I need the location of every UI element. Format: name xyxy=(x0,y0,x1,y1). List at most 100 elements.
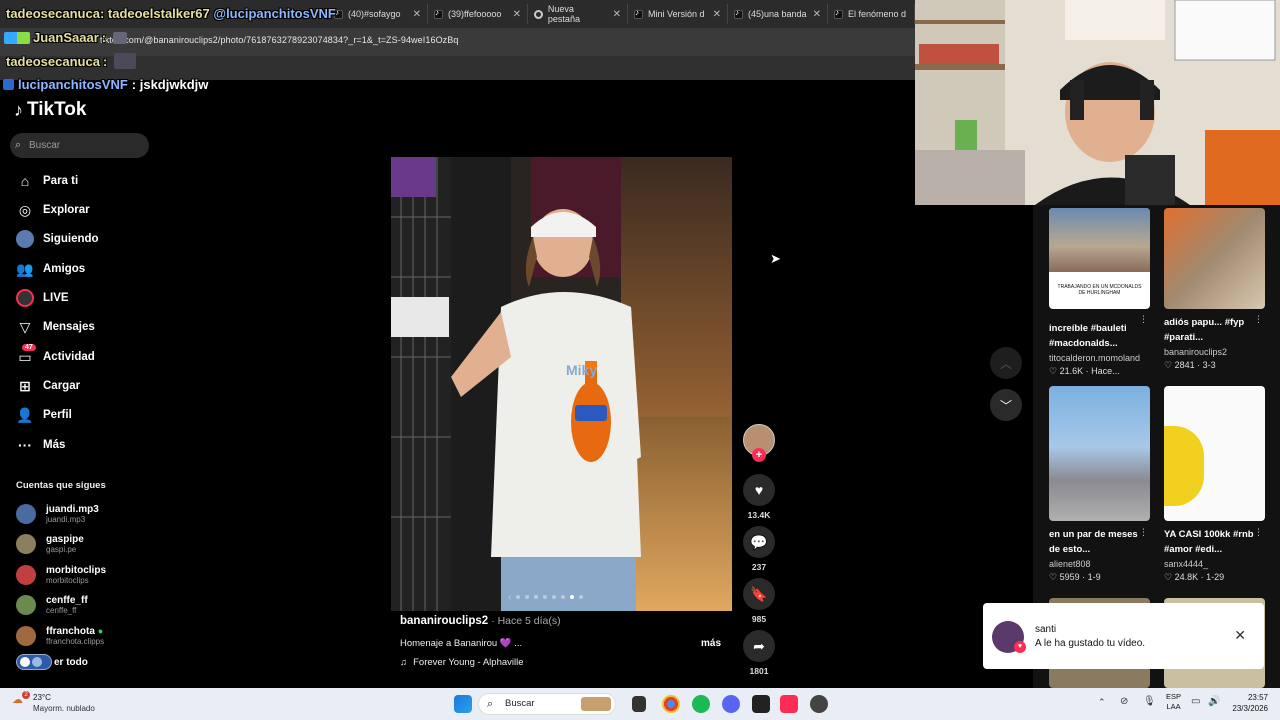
post-author[interactable]: bananirouclips2 · Hace 5 día(s) xyxy=(400,615,561,627)
recommended-video[interactable]: YA CASI 100kk #rnb #amor #edi... ⋮ sanx4… xyxy=(1164,386,1265,583)
slide-dot[interactable] xyxy=(534,595,539,599)
discord-icon[interactable] xyxy=(722,695,740,713)
like-button[interactable]: ♥ 13.4K xyxy=(743,474,775,520)
nav-item-actividad[interactable]: ▭ 47 Actividad xyxy=(16,344,95,368)
obs-icon[interactable] xyxy=(810,695,828,713)
spotify-icon[interactable] xyxy=(692,695,710,713)
tiktok-icon[interactable] xyxy=(780,695,798,713)
nav-item-para-ti[interactable]: ⌂ Para ti xyxy=(16,170,78,192)
previous-post-button[interactable]: ︿ xyxy=(990,347,1022,379)
follow-plus-icon[interactable]: + xyxy=(752,448,766,462)
next-post-button[interactable]: ﹀ xyxy=(990,389,1022,421)
task-view-icon[interactable] xyxy=(632,696,646,712)
tab-1[interactable]: (40)#sofaygo ✕ xyxy=(328,4,428,24)
tiktok-icon xyxy=(834,8,843,19)
following-account[interactable]: ffranchota ● ffranchota.clipps xyxy=(16,623,104,649)
slide-dot[interactable] xyxy=(516,595,521,599)
chat-message: JuanSaaar: xyxy=(4,30,128,45)
nav-item-cargar[interactable]: ⊞ Cargar xyxy=(16,375,80,397)
close-tab-icon[interactable]: ✕ xyxy=(613,9,621,20)
slide-dot[interactable] xyxy=(561,595,566,599)
more-options-icon[interactable]: ⋮ xyxy=(1254,314,1263,325)
author-avatar[interactable]: + xyxy=(743,424,775,462)
friends-icon: 👥 xyxy=(16,260,34,277)
chat-text: : xyxy=(101,30,107,45)
tab-2[interactable]: (39)ffefooooo ✕ xyxy=(428,4,528,24)
tab-6[interactable]: El fenómeno d xyxy=(828,4,915,24)
close-tab-icon[interactable]: ✕ xyxy=(413,9,421,20)
mouse-cursor-icon: ➤ xyxy=(770,251,781,266)
nav-label: Para ti xyxy=(43,175,79,187)
following-account[interactable]: morbitoclips morbitoclips xyxy=(16,562,106,588)
slide-dot[interactable] xyxy=(579,595,584,599)
more-options-icon[interactable]: ⋮ xyxy=(1139,527,1148,538)
more-button[interactable]: más xyxy=(701,638,721,649)
slide-dot[interactable] xyxy=(570,595,575,599)
recommended-video[interactable]: TRABAJANDO EN UN MCDONALDS DE HURLINGHAM… xyxy=(1049,208,1150,377)
weather-desc[interactable]: Mayorm. nublado xyxy=(33,704,95,713)
video-author: sanx4444_ xyxy=(1164,559,1209,569)
slide-dot[interactable] xyxy=(525,595,530,599)
more-options-icon[interactable]: ⋮ xyxy=(1139,314,1148,325)
author-name[interactable]: bananirouclips2 xyxy=(400,615,488,627)
music-note-icon: ♫ xyxy=(400,657,408,668)
following-account[interactable]: juandi.mp3 juandi.mp3 xyxy=(16,501,99,527)
nav-item-mensajes[interactable]: ▽ Mensajes xyxy=(16,316,95,338)
avatar xyxy=(16,504,36,524)
taskbar-search[interactable]: ⌕ Buscar xyxy=(478,693,616,715)
following-account[interactable]: cenffe_ff cenffe_ff xyxy=(16,592,88,618)
slide-dot[interactable] xyxy=(552,595,557,599)
weather-temp[interactable]: 23°C xyxy=(33,693,51,702)
search-input[interactable]: ⌕ Buscar xyxy=(10,133,149,158)
heart-icon: ♡ xyxy=(1164,360,1173,370)
comment-count: 237 xyxy=(751,562,767,572)
tiktok-logo[interactable]: ♪ TikTok xyxy=(14,99,86,121)
following-account[interactable]: gaspipe gaspi.pe xyxy=(16,531,84,557)
account-handle: morbitoclips xyxy=(46,576,89,585)
chat-message: tadeosecanuca: tadeoelstalker67 @lucipan… xyxy=(6,6,336,21)
slide-indicator[interactable]: ‹ xyxy=(508,590,608,604)
network-status-icon[interactable]: ▭ xyxy=(1191,696,1200,707)
comment-button[interactable]: 💬 237 xyxy=(743,526,775,572)
microphone-icon[interactable]: 🎙 xyxy=(1143,696,1156,707)
video-title: adiós papu... #fyp #parati... xyxy=(1164,317,1245,343)
chat-text: : tadeoelstalker67 xyxy=(99,6,214,21)
close-icon[interactable]: ✕ xyxy=(1234,627,1246,644)
music-link[interactable]: ♫ Forever Young - Alphaville xyxy=(400,657,524,668)
post-photo[interactable]: Miky ‹ xyxy=(391,157,732,611)
close-tab-icon[interactable]: ✕ xyxy=(813,9,821,20)
nav-item-siguiendo[interactable]: Siguiendo xyxy=(16,228,99,250)
see-all-link[interactable]: er todo xyxy=(16,653,88,671)
tab-4[interactable]: Mini Versión d ✕ xyxy=(628,4,728,24)
recommended-video[interactable]: en un par de meses de esto... ⋮ alienet8… xyxy=(1049,386,1150,583)
share-button[interactable]: ➦ 1801 xyxy=(743,630,775,676)
close-tab-icon[interactable]: ✕ xyxy=(713,9,721,20)
windows-start-icon[interactable] xyxy=(454,695,472,713)
account-name: gaspipe xyxy=(46,534,84,545)
address-bar[interactable]: tiktok.com/@bananirouclips2/photo/761876… xyxy=(0,28,915,56)
video-title: YA CASI 100kk #rnb #amor #edi... xyxy=(1164,529,1254,555)
recommended-video[interactable]: adiós papu... #fyp #parati... ⋮ bananiro… xyxy=(1164,208,1265,371)
tab-5[interactable]: (45)una banda ✕ xyxy=(728,4,828,24)
notification-toast[interactable]: ♥ santi A le ha gustado tu vídeo. ✕ xyxy=(983,603,1264,669)
comment-icon: 💬 xyxy=(743,526,775,558)
chrome-icon[interactable] xyxy=(662,695,680,713)
nav-item-amigos[interactable]: 👥 Amigos xyxy=(16,258,85,280)
url-text[interactable]: tiktok.com/@bananirouclips2/photo/761876… xyxy=(100,35,458,45)
more-options-icon[interactable]: ⋮ xyxy=(1254,527,1263,538)
close-tab-icon[interactable]: ✕ xyxy=(513,9,521,20)
nav-item-explorar[interactable]: ◎ Explorar xyxy=(16,199,90,221)
prev-slide-icon[interactable]: ‹ xyxy=(508,592,511,603)
nav-item-perfil[interactable]: 👤 Perfil xyxy=(16,404,71,426)
app-icon[interactable] xyxy=(752,695,770,713)
tab-3[interactable]: Nueva pestaña ✕ xyxy=(528,4,628,24)
volume-icon[interactable]: 🔊 xyxy=(1208,696,1220,707)
language-indicator[interactable]: ESP LAA xyxy=(1166,692,1181,712)
nav-item-mas[interactable]: ··· Más xyxy=(16,434,65,456)
show-hidden-icons-icon[interactable]: ⌃ xyxy=(1098,697,1106,708)
network-icon[interactable]: ⊘ xyxy=(1120,696,1128,707)
nav-item-live[interactable]: LIVE xyxy=(16,287,69,309)
save-button[interactable]: 🔖 985 xyxy=(743,578,775,624)
slide-dot[interactable] xyxy=(543,595,548,599)
clock[interactable]: 23:57 23/3/2026 xyxy=(1230,692,1268,714)
